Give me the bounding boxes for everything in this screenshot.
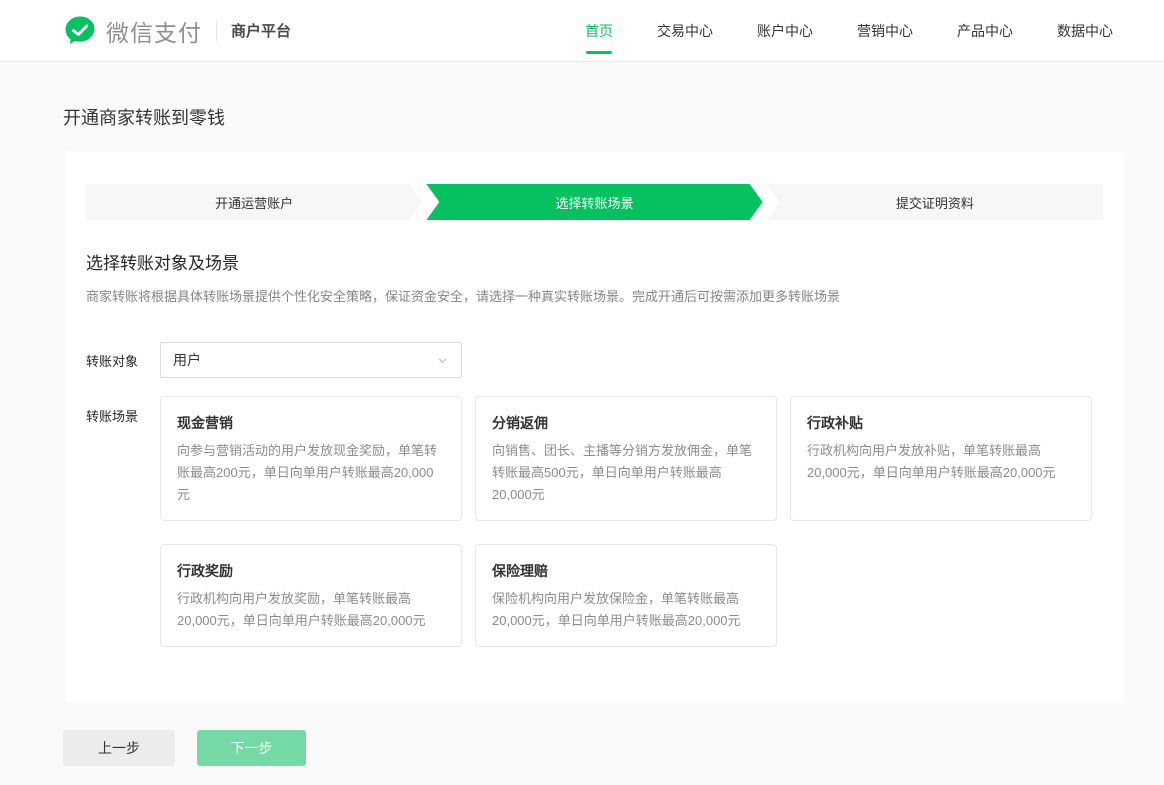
prev-step-button[interactable]: 上一步 (63, 730, 175, 766)
nav-item-transaction-center[interactable]: 交易中心 (657, 17, 713, 45)
scene-card-title: 行政补贴 (807, 413, 1075, 433)
footer-actions: 上一步 下一步 (63, 730, 1164, 766)
scene-card-title: 现金营销 (177, 413, 445, 433)
scene-card-description: 向参与营销活动的用户发放现金奖励，单笔转账最高200元，单日向单用户转账最高20… (177, 440, 445, 506)
wechat-pay-bubble-check-icon (63, 14, 97, 48)
section-description: 商家转账将根据具体转账场景提供个性化安全策略，保证资金安全，请选择一种真实转账场… (86, 288, 1103, 306)
scene-card-description: 保险机构向用户发放保险金，单笔转账最高20,000元，单日向单用户转账最高20,… (492, 588, 760, 632)
transfer-scene-row: 转账场景 现金营销 向参与营销活动的用户发放现金奖励，单笔转账最高200元，单日… (86, 396, 1103, 647)
transfer-target-select[interactable]: 用户 (160, 342, 462, 378)
nav-item-home[interactable]: 首页 (585, 17, 613, 45)
nav-item-product-center[interactable]: 产品中心 (957, 17, 1013, 45)
nav-item-data-center[interactable]: 数据中心 (1057, 17, 1113, 45)
transfer-scene-label: 转账场景 (86, 406, 160, 425)
page-title: 开通商家转账到零钱 (63, 104, 1164, 130)
scene-card-insurance-claim[interactable]: 保险理赔 保险机构向用户发放保险金，单笔转账最高20,000元，单日向单用户转账… (475, 544, 777, 647)
next-step-button[interactable]: 下一步 (197, 730, 306, 766)
brand-name: 微信支付 (106, 14, 202, 48)
logo-divider (216, 21, 217, 41)
scene-card-title: 保险理赔 (492, 561, 760, 581)
platform-name: 商户平台 (231, 20, 291, 41)
step-progress-bar: 开通运营账户 选择转账场景 提交证明资料 (86, 184, 1103, 220)
scene-card-title: 行政奖励 (177, 561, 445, 581)
transfer-target-label: 转账对象 (86, 351, 160, 370)
scene-card-distribution-commission[interactable]: 分销返佣 向销售、团长、主播等分销方发放佣金，单笔转账最高500元，单日向单用户… (475, 396, 777, 521)
scene-card-description: 行政机构向用户发放奖励，单笔转账最高20,000元，单日向单用户转账最高20,0… (177, 588, 445, 632)
top-nav: 首页 交易中心 账户中心 营销中心 产品中心 数据中心 (585, 17, 1113, 45)
scene-card-description: 行政机构向用户发放补贴，单笔转账最高20,000元，单日向单用户转账最高20,0… (807, 440, 1075, 484)
nav-item-marketing-center[interactable]: 营销中心 (857, 17, 913, 45)
scene-card-description: 向销售、团长、主播等分销方发放佣金，单笔转账最高500元，单日向单用户转账最高2… (492, 440, 760, 506)
main-panel: 开通运营账户 选择转账场景 提交证明资料 选择转账对象及场景 商家转账将根据具体… (65, 151, 1124, 703)
transfer-target-value: 用户 (173, 350, 201, 370)
step-select-transfer-scene: 选择转账场景 (426, 184, 762, 220)
wechat-pay-logo[interactable]: 微信支付 商户平台 (63, 14, 291, 48)
top-header: 微信支付 商户平台 首页 交易中心 账户中心 营销中心 产品中心 数据中心 (0, 0, 1164, 62)
step-submit-certificates: 提交证明资料 (767, 184, 1103, 220)
chevron-down-icon (436, 354, 449, 367)
step-open-operating-account: 开通运营账户 (86, 184, 422, 220)
scene-card-grid: 现金营销 向参与营销活动的用户发放现金奖励，单笔转账最高200元，单日向单用户转… (160, 396, 1092, 647)
section-title: 选择转账对象及场景 (86, 249, 1103, 274)
transfer-target-row: 转账对象 用户 (86, 342, 1103, 378)
scene-card-administrative-reward[interactable]: 行政奖励 行政机构向用户发放奖励，单笔转账最高20,000元，单日向单用户转账最… (160, 544, 462, 647)
scene-card-cash-marketing[interactable]: 现金营销 向参与营销活动的用户发放现金奖励，单笔转账最高200元，单日向单用户转… (160, 396, 462, 521)
scene-card-administrative-subsidy[interactable]: 行政补贴 行政机构向用户发放补贴，单笔转账最高20,000元，单日向单用户转账最… (790, 396, 1092, 521)
scene-card-title: 分销返佣 (492, 413, 760, 433)
nav-item-account-center[interactable]: 账户中心 (757, 17, 813, 45)
